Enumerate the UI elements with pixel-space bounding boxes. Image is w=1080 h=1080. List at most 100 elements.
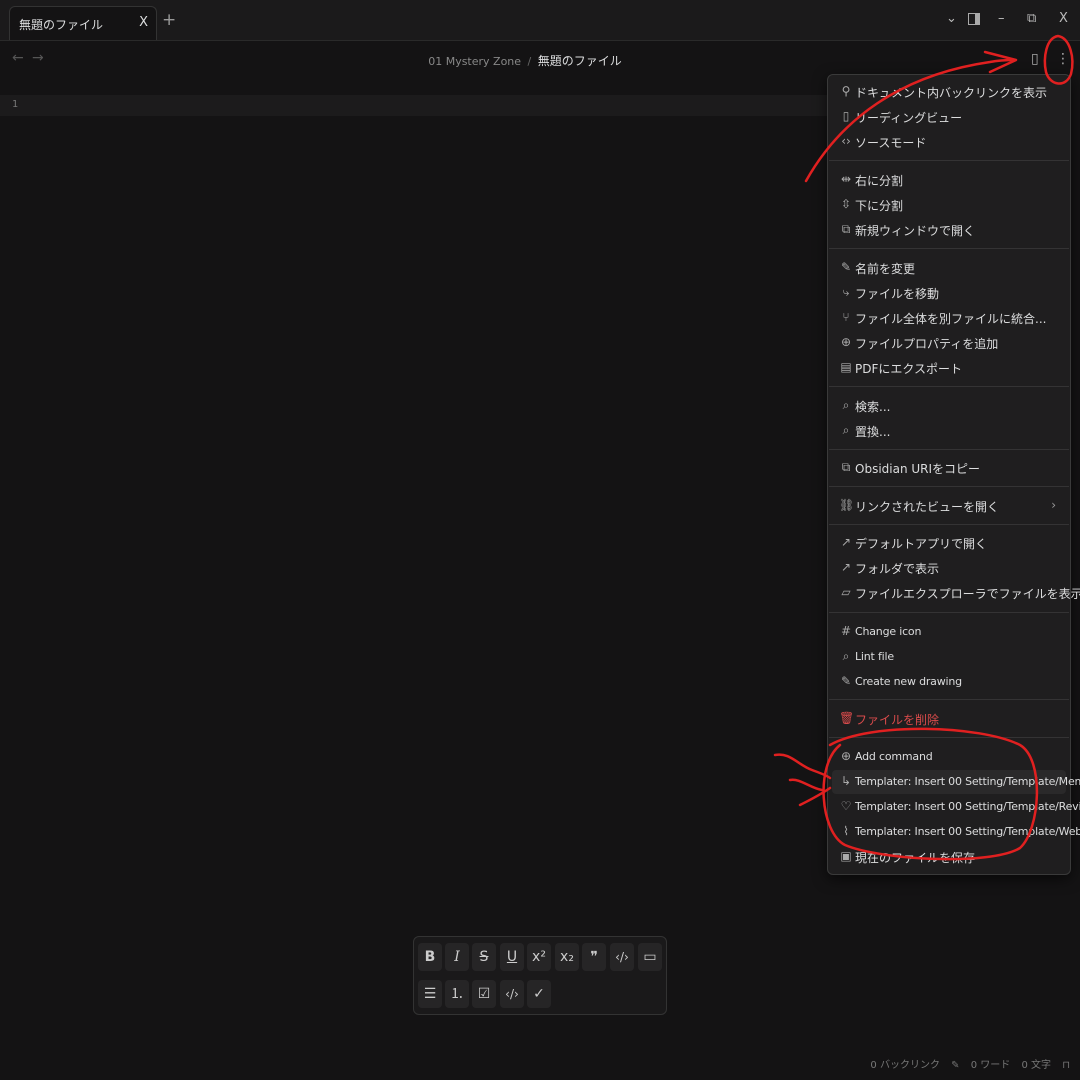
restore-button[interactable]: ⧉: [1027, 11, 1036, 27]
breadcrumb-folder[interactable]: 01 Mystery Zone: [428, 55, 521, 68]
menu-item-replace[interactable]: ⌕ 置換...: [832, 419, 1066, 443]
edit-mode-icon[interactable]: ✎: [951, 1060, 959, 1071]
close-window-button[interactable]: X: [1059, 11, 1068, 27]
plus-circle-icon: ⊕: [840, 749, 852, 763]
menu-item-search[interactable]: ⌕ 検索...: [832, 394, 1066, 418]
bullet-list-button[interactable]: ☰: [418, 980, 442, 1008]
folder-move-icon: ⤷: [842, 285, 850, 299]
paperclip-icon: ⌇: [843, 824, 849, 838]
minimize-button[interactable]: –: [998, 11, 1005, 27]
menu-divider: [829, 699, 1069, 700]
file-search-icon: ⌕: [842, 398, 850, 412]
menu-item-label: 新規ウィンドウで開く: [855, 224, 976, 238]
menu-item-reading-view[interactable]: ▯ リーディングビュー: [832, 105, 1066, 129]
quote-button[interactable]: ❞: [582, 943, 606, 971]
plus-circle-icon: ⊕: [840, 335, 852, 349]
menu-item-add-property[interactable]: ⊕ ファイルプロパティを追加: [832, 331, 1066, 355]
new-tab-button[interactable]: +: [162, 10, 176, 30]
menu-item-create-drawing[interactable]: ✎ Create new drawing: [832, 670, 1066, 694]
menu-item-label: ファイルを削除: [855, 713, 940, 727]
word-count: 0 ワード: [970, 1060, 1011, 1071]
menu-item-add-command[interactable]: ⊕ Add command: [832, 745, 1066, 769]
menu-item-label: Add command: [855, 750, 933, 763]
subscript-button[interactable]: x₂: [555, 943, 579, 971]
menu-item-label: 名前を変更: [855, 262, 916, 276]
menu-item-open-linked-view[interactable]: ⛓ リンクされたビューを開く ›: [832, 494, 1066, 518]
menu-item-split-down[interactable]: ⇳ 下に分割: [832, 193, 1066, 217]
save-icon: ▣: [840, 849, 852, 863]
bold-button[interactable]: B: [418, 943, 442, 971]
code-icon: ‹›: [841, 134, 851, 148]
file-search-icon: ⌕: [842, 423, 850, 437]
editor-active-line[interactable]: 1: [0, 95, 828, 116]
menu-divider: [829, 524, 1069, 525]
menu-item-label: Templater: Insert 00 Setting/Template/Re…: [855, 800, 1080, 813]
superscript-button[interactable]: x²: [527, 943, 551, 971]
formatting-toolbar: B I S U x² x₂ ❞ ‹/› ▭ ☰ ⒈ ☑ ‹/› ✓: [413, 936, 667, 1015]
menu-item-rename[interactable]: ✎ 名前を変更: [832, 256, 1066, 280]
code-block-button[interactable]: ‹/›: [500, 980, 524, 1008]
link-icon: ⛓: [839, 498, 855, 512]
menu-divider: [829, 160, 1069, 161]
menu-item-show-backlinks[interactable]: ⚲ ドキュメント内バックリンクを表示: [832, 80, 1066, 104]
menu-item-open-default-app[interactable]: ↗ デフォルトアプリで開く: [832, 531, 1066, 555]
menu-item-label: リンクされたビューを開く: [855, 500, 1000, 514]
tab-untitled[interactable]: 無題のファイル X: [9, 6, 157, 40]
breadcrumb-file[interactable]: 無題のファイル: [538, 54, 622, 68]
menu-item-label: ファイルを移動: [855, 287, 940, 301]
menu-item-split-right[interactable]: ⇹ 右に分割: [832, 168, 1066, 192]
italic-button[interactable]: I: [445, 943, 469, 971]
menu-item-label: リーディングビュー: [855, 111, 963, 125]
menu-item-open-new-window[interactable]: ⧉ 新規ウィンドウで開く: [832, 218, 1066, 242]
arrow-up-right-icon: ↗: [840, 560, 852, 574]
sidebar-toggle-icon[interactable]: [968, 13, 980, 25]
callout-button[interactable]: ▭: [638, 943, 662, 971]
char-count: 0 文字: [1021, 1060, 1051, 1071]
tab-title: 無題のファイル: [19, 18, 104, 32]
menu-divider: [829, 486, 1069, 487]
trash-icon: 🗑: [839, 711, 855, 725]
menu-item-templater-review[interactable]: ♡ Templater: Insert 00 Setting/Template/R…: [832, 795, 1080, 819]
menu-item-label: ファイル全体を別ファイルに統合...: [855, 312, 1047, 326]
menu-item-save-file[interactable]: ▣ 現在のファイルを保存: [832, 845, 1066, 869]
numbered-list-button[interactable]: ⒈: [445, 980, 469, 1008]
menu-item-show-in-folder[interactable]: ↗ フォルダで表示: [832, 556, 1066, 580]
menu-item-templater-memo[interactable]: ↳ Templater: Insert 00 Setting/Template/M…: [832, 770, 1080, 794]
menu-item-label: ソースモード: [855, 136, 927, 150]
hash-icon: #: [840, 624, 852, 638]
corner-arrow-icon: ↳: [840, 774, 852, 788]
line-number: 1: [12, 99, 19, 110]
file-download-icon: ▤: [840, 360, 852, 374]
menu-item-label: 検索...: [855, 400, 891, 414]
menu-item-copy-uri[interactable]: ⧉ Obsidian URIをコピー: [832, 456, 1066, 480]
annotation-squiggle-1: [773, 753, 832, 780]
checkmark-button[interactable]: ✓: [527, 980, 551, 1008]
strikethrough-button[interactable]: S: [472, 943, 496, 971]
menu-item-label: 右に分割: [855, 174, 904, 188]
split-right-icon: ⇹: [840, 172, 852, 186]
backlink-count[interactable]: 0 バックリンク: [870, 1060, 940, 1071]
chevron-right-icon: ›: [1051, 498, 1056, 512]
lock-icon[interactable]: ⊓: [1062, 1060, 1070, 1071]
tab-list-dropdown-icon[interactable]: ⌄: [946, 11, 957, 27]
menu-item-merge-file[interactable]: ⑂ ファイル全体を別ファイルに統合...: [832, 306, 1066, 330]
menu-item-templater-webclip[interactable]: ⌇ Templater: Insert 00 Setting/Template/W…: [832, 820, 1080, 844]
more-options-icon[interactable]: ⋮: [1056, 51, 1070, 67]
menu-item-move-file[interactable]: ⤷ ファイルを移動: [832, 281, 1066, 305]
menu-item-lint-file[interactable]: ⌕ Lint file: [832, 645, 1066, 669]
view-header: ← → 01 Mystery Zone / 無題のファイル ▯ ⋮: [0, 41, 1080, 77]
copy-icon: ⧉: [841, 460, 851, 474]
tab-close-icon[interactable]: X: [139, 15, 148, 30]
menu-item-delete-file[interactable]: 🗑 ファイルを削除: [832, 707, 1066, 731]
underline-button[interactable]: U: [500, 943, 524, 971]
menu-item-source-mode[interactable]: ‹› ソースモード: [832, 130, 1066, 154]
checklist-button[interactable]: ☑: [472, 980, 496, 1008]
menu-item-label: ファイルプロパティを追加: [855, 337, 999, 351]
reading-view-icon[interactable]: ▯: [1031, 51, 1039, 67]
menu-item-reveal-in-explorer[interactable]: ▱ ファイルエクスプローラでファイルを表示: [832, 581, 1080, 605]
inline-code-button[interactable]: ‹/›: [610, 943, 634, 971]
breadcrumb-separator: /: [527, 55, 532, 68]
menu-divider: [829, 386, 1069, 387]
menu-item-change-icon[interactable]: # Change icon: [832, 620, 1066, 644]
menu-item-export-pdf[interactable]: ▤ PDFにエクスポート: [832, 356, 1066, 380]
